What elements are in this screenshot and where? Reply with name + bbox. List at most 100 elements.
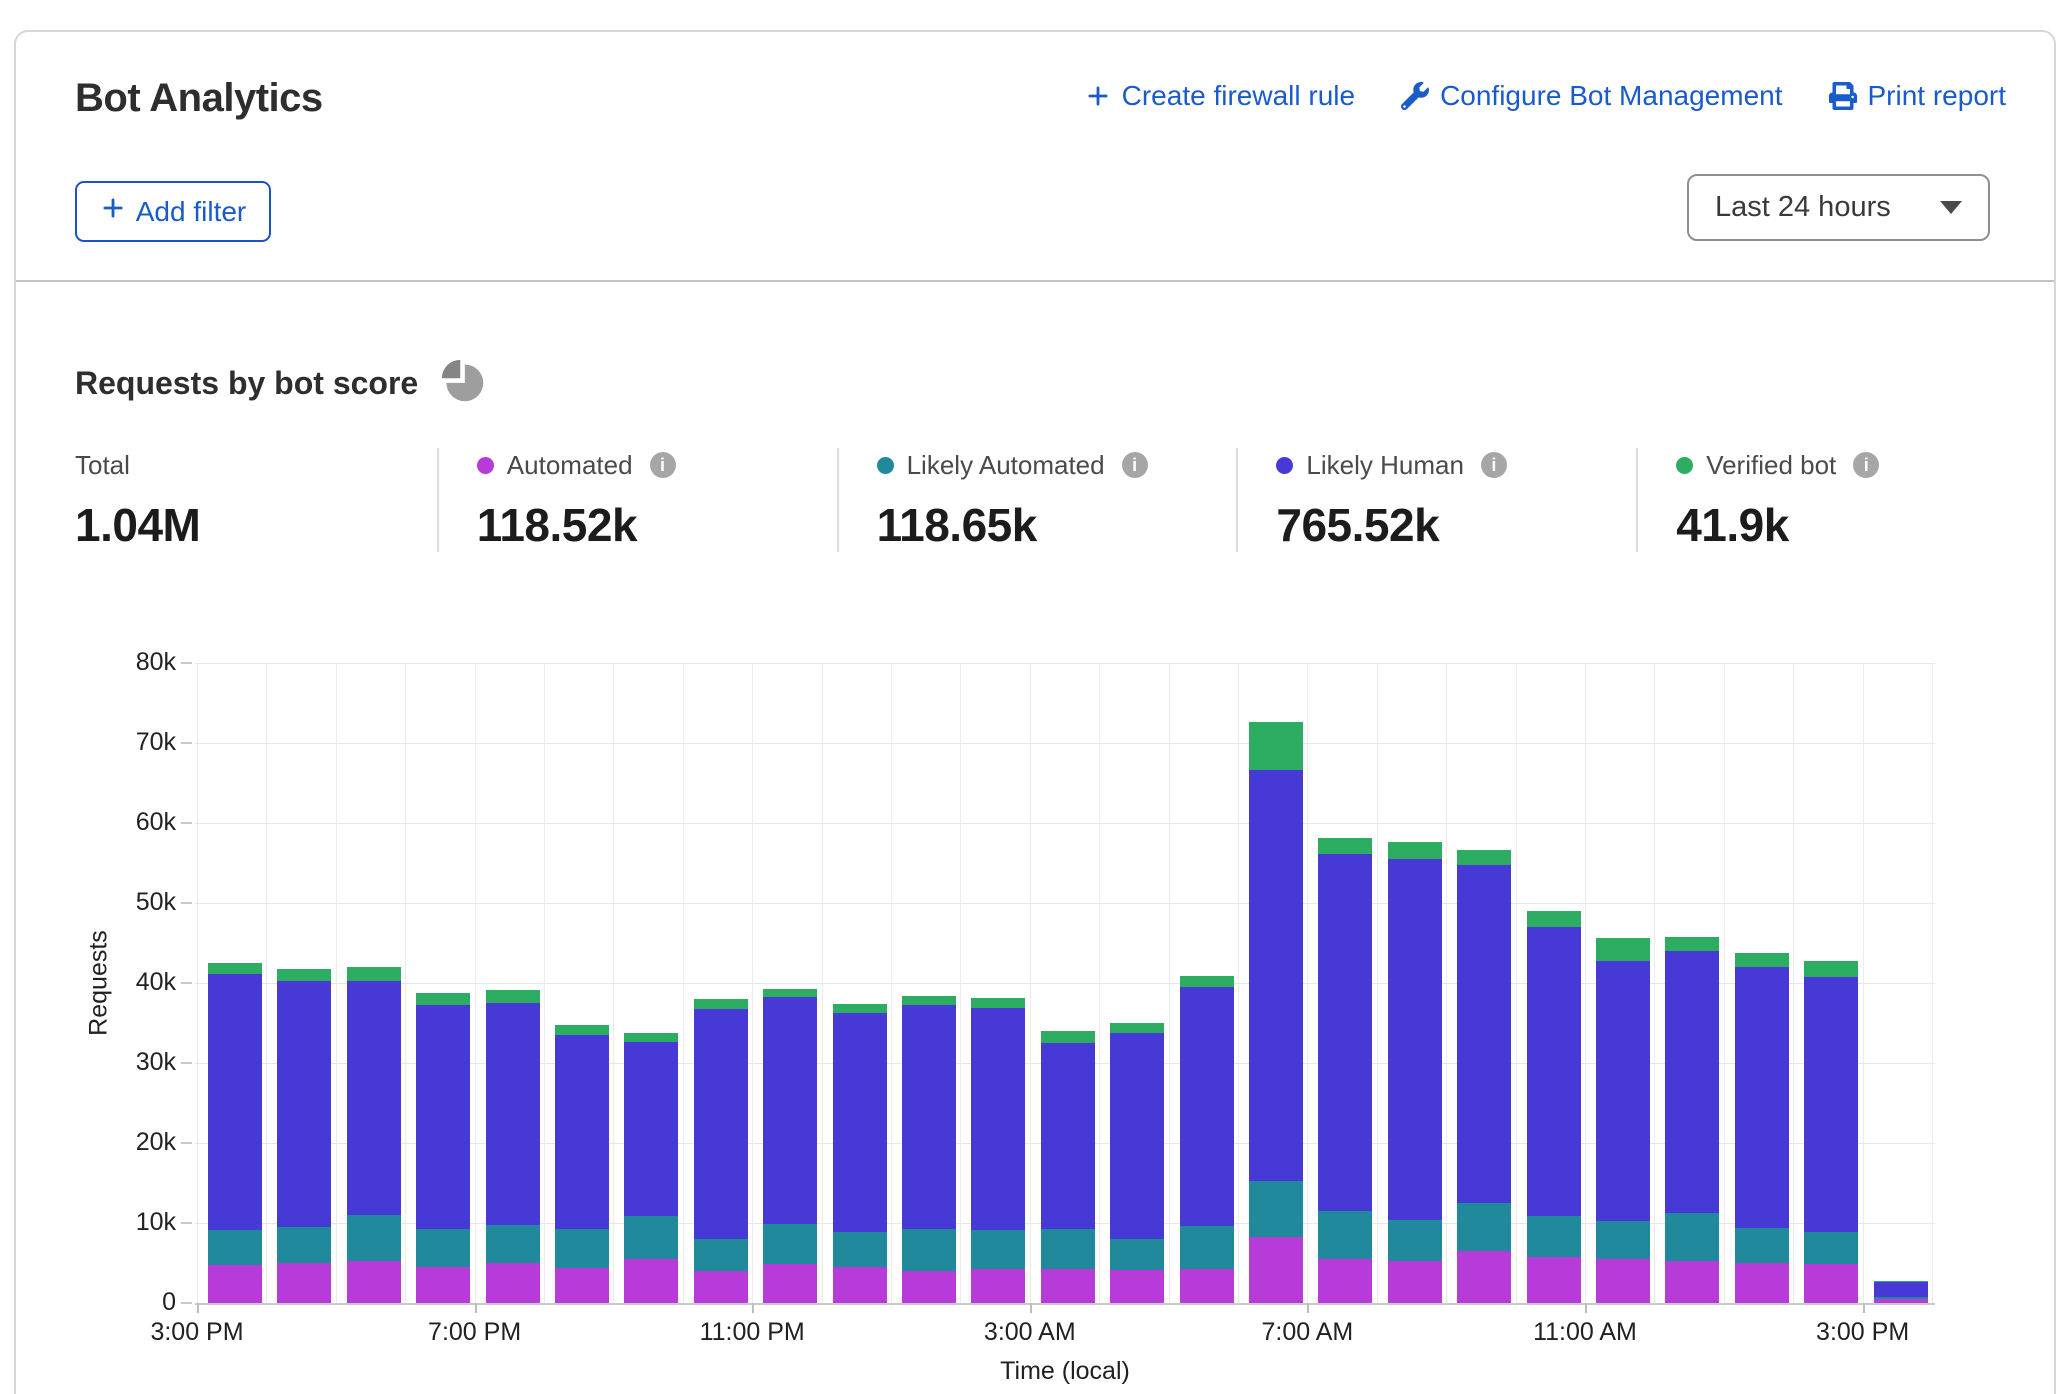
bar-segment (1110, 1033, 1164, 1239)
bar-segment (1041, 1229, 1095, 1269)
y-axis-tick-label: 0 (0, 1288, 176, 1317)
stat-automated: Automated i 118.52k (437, 448, 837, 552)
page-title: Bot Analytics (75, 76, 323, 121)
stat-total-label: Total (75, 450, 130, 481)
horizontal-gridline (195, 903, 1935, 904)
bar-segment (1596, 1221, 1650, 1259)
likely-automated-legend-dot (877, 457, 894, 474)
create-firewall-rule-link[interactable]: Create firewall rule (1085, 80, 1355, 112)
bar-segment (694, 999, 748, 1009)
bar-segment (1249, 1181, 1303, 1237)
y-axis-title: Requests (85, 930, 114, 1036)
stacked-bar[interactable] (416, 993, 470, 1303)
bar-segment (1457, 850, 1511, 865)
stacked-bar[interactable] (1457, 850, 1511, 1303)
info-icon[interactable]: i (1122, 452, 1148, 478)
likely-human-legend-dot (1276, 457, 1293, 474)
bar-segment (416, 1005, 470, 1229)
bar-segment (277, 1227, 331, 1263)
stat-verified-bot-label: Verified bot (1706, 450, 1836, 481)
requests-by-bot-score-chart: 80k70k60k50k40k30k20k10k03:00 PM7:00 PM1… (0, 663, 2070, 1394)
y-axis-tick-label: 50k (0, 888, 176, 917)
stacked-bar[interactable] (347, 967, 401, 1303)
stacked-bar[interactable] (1388, 842, 1442, 1303)
stacked-bar[interactable] (555, 1025, 609, 1303)
time-range-select[interactable]: Last 24 hours (1687, 174, 1990, 241)
bar-segment (416, 1229, 470, 1267)
stacked-bar[interactable] (1804, 961, 1858, 1303)
bar-segment (763, 997, 817, 1223)
bar-segment (347, 967, 401, 981)
stats-row: Total 1.04M Automated i 118.52k Likely A… (60, 448, 2036, 552)
stacked-bar[interactable] (833, 1004, 887, 1303)
info-icon[interactable]: i (1481, 452, 1507, 478)
automated-legend-dot (477, 457, 494, 474)
stacked-bar[interactable] (902, 996, 956, 1303)
bar-segment (694, 1271, 748, 1303)
bar-segment (1180, 1269, 1234, 1303)
bar-segment (1388, 1220, 1442, 1261)
stacked-bar[interactable] (486, 990, 540, 1303)
stacked-bar[interactable] (1041, 1031, 1095, 1303)
bar-segment (1318, 854, 1372, 1211)
bar-segment (1110, 1270, 1164, 1303)
stacked-bar[interactable] (1596, 938, 1650, 1303)
stat-likely-human-label: Likely Human (1306, 450, 1464, 481)
bar-segment (624, 1259, 678, 1303)
info-icon[interactable]: i (1853, 452, 1879, 478)
horizontal-gridline (195, 663, 1935, 664)
create-firewall-rule-label: Create firewall rule (1122, 80, 1355, 112)
stacked-bar[interactable] (277, 969, 331, 1303)
bot-analytics-page: Bot Analytics Create firewall rule Confi… (0, 0, 2070, 1394)
bar-segment (486, 1263, 540, 1303)
stacked-bar[interactable] (1110, 1023, 1164, 1303)
stacked-bar[interactable] (1318, 838, 1372, 1303)
stacked-bar[interactable] (1249, 722, 1303, 1303)
configure-bot-management-link[interactable]: Configure Bot Management (1401, 80, 1782, 112)
y-axis-tick-label: 80k (0, 648, 176, 677)
bar-segment (833, 1013, 887, 1231)
bar-segment (833, 1004, 887, 1014)
stacked-bar[interactable] (971, 998, 1025, 1303)
stacked-bar[interactable] (1874, 1281, 1928, 1303)
time-range-value: Last 24 hours (1715, 191, 1891, 224)
x-axis-tick-label: 7:00 PM (428, 1318, 521, 1347)
stacked-bar[interactable] (763, 989, 817, 1303)
bar-segment (624, 1216, 678, 1259)
print-report-link[interactable]: Print report (1829, 80, 2007, 112)
header-divider (16, 280, 2054, 282)
bar-segment (555, 1268, 609, 1303)
bar-segment (694, 1009, 748, 1239)
bar-segment (1041, 1031, 1095, 1043)
stacked-bar[interactable] (1665, 937, 1719, 1303)
plus-icon (1085, 83, 1111, 109)
wrench-icon (1401, 82, 1429, 110)
bar-segment (1596, 961, 1650, 1221)
bar-segment (1735, 1263, 1789, 1303)
add-filter-label: Add filter (136, 196, 247, 228)
header-actions: Create firewall rule Configure Bot Manag… (1085, 80, 2006, 112)
stat-automated-value: 118.52k (477, 498, 837, 552)
horizontal-gridline (195, 743, 1935, 744)
bar-segment (1318, 1259, 1372, 1303)
bar-segment (624, 1042, 678, 1216)
info-icon[interactable]: i (650, 452, 676, 478)
stacked-bar[interactable] (624, 1033, 678, 1303)
stacked-bar[interactable] (694, 999, 748, 1303)
bar-segment (277, 1263, 331, 1303)
bar-segment (902, 1271, 956, 1303)
bar-segment (208, 974, 262, 1230)
bar-segment (1388, 1261, 1442, 1303)
bar-segment (1457, 865, 1511, 1203)
stacked-bar[interactable] (1527, 911, 1581, 1303)
bar-segment (902, 1005, 956, 1228)
stacked-bar[interactable] (1735, 953, 1789, 1303)
bar-segment (624, 1033, 678, 1042)
x-axis-tick-label: 11:00 PM (700, 1318, 805, 1347)
stacked-bar[interactable] (208, 963, 262, 1303)
stat-verified-bot: Verified bot i 41.9k (1636, 448, 2036, 552)
stat-verified-bot-value: 41.9k (1676, 498, 2036, 552)
chevron-down-icon (1940, 201, 1962, 214)
stacked-bar[interactable] (1180, 976, 1234, 1303)
add-filter-button[interactable]: Add filter (75, 181, 271, 242)
